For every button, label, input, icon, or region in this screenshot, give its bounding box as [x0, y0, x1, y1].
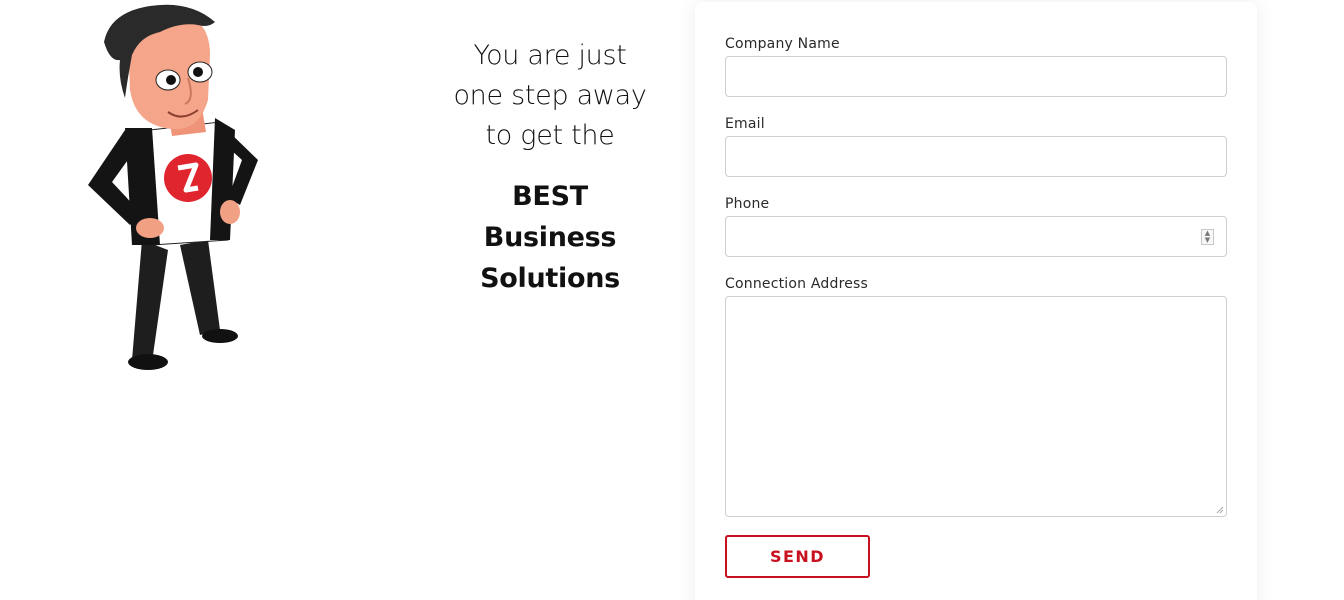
pitch-strong: BEST Business Solutions: [430, 176, 670, 299]
page: You are just one step away to get the BE…: [0, 0, 1344, 600]
number-stepper-icon[interactable]: ▲ ▼: [1201, 229, 1214, 245]
pitch-lead: You are just one step away to get the: [430, 36, 670, 156]
pitch-lead-line: to get the: [485, 120, 615, 151]
connection-address-textarea[interactable]: [725, 296, 1227, 517]
contact-form-card: Company Name Email Phone ▲ ▼ Connection …: [695, 2, 1257, 600]
company-name-label: Company Name: [725, 36, 840, 52]
resize-grip-icon[interactable]: [1216, 506, 1224, 514]
phone-input[interactable]: ▲ ▼: [725, 216, 1227, 257]
pitch-strong-line: Business: [483, 222, 617, 253]
connection-address-label: Connection Address: [725, 276, 869, 292]
pitch-strong-line: BEST: [512, 181, 588, 212]
mascot-illustration: [88, 4, 258, 370]
pitch-text: You are just one step away to get the BE…: [430, 36, 670, 299]
company-name-input[interactable]: [725, 56, 1227, 97]
pitch-lead-line: one step away: [453, 80, 647, 111]
pitch-strong-line: Solutions: [480, 263, 620, 294]
pitch-lead-line: You are just: [473, 40, 627, 71]
stepper-down-icon[interactable]: ▼: [1202, 237, 1213, 244]
email-input[interactable]: [725, 136, 1227, 177]
phone-label: Phone: [725, 196, 770, 212]
send-button[interactable]: SEND: [725, 535, 870, 578]
email-label: Email: [725, 116, 765, 132]
